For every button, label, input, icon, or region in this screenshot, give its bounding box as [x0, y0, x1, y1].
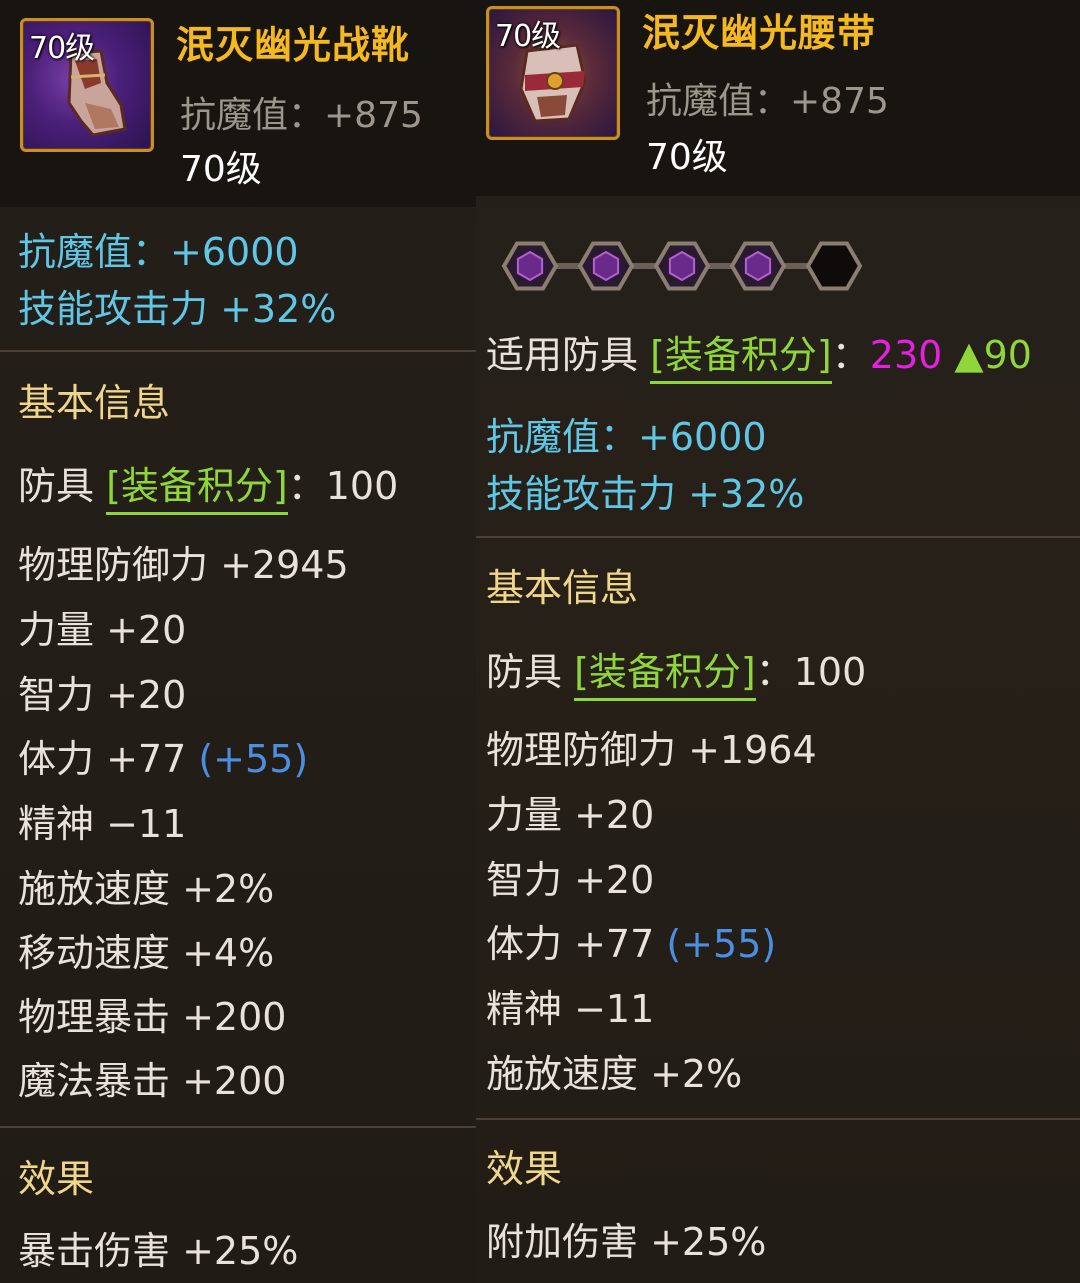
applicable-prefix: 适用防具 — [486, 333, 651, 377]
score-value: ：100 — [755, 650, 867, 694]
item-icon-boots[interactable]: 70级 — [20, 18, 154, 152]
applicable-colon: ： — [831, 333, 870, 377]
score-prefix: 防具 — [18, 464, 107, 508]
divider — [476, 536, 1080, 538]
stat-line: 力量 +20 — [18, 608, 187, 652]
score-line: 防具 [装备积分]：100 — [486, 650, 867, 701]
vitality-bonus: (+55) — [198, 737, 309, 781]
stat-line: 物理防御力 +2945 — [18, 543, 349, 587]
stat-line: 精神 −11 — [486, 987, 655, 1031]
divider — [0, 350, 476, 352]
stat-line: 智力 +20 — [486, 858, 655, 902]
level-badge: 70级 — [495, 19, 561, 54]
item-name: 泯灭幽光腰带 — [642, 11, 877, 55]
gem-socket-row — [501, 241, 863, 291]
stat-line: 精神 −11 — [18, 802, 187, 846]
purple-gem-icon — [668, 250, 696, 282]
item-tooltip-belt: 70级 泯灭幽光腰带 抗魔值：+875 70级 适用防具 [装备积分]：230 … — [476, 0, 1080, 1283]
tooltip-header: 70级 泯灭幽光腰带 抗魔值：+875 70级 — [476, 0, 1080, 196]
stat-magic-resist: 抗魔值：+6000 — [18, 230, 299, 274]
score-value: ：100 — [287, 464, 399, 508]
stat-skill-attack: 技能攻击力 +32% — [486, 472, 805, 516]
stat-line: 物理暴击 +200 — [18, 995, 287, 1039]
gem-socket-empty[interactable] — [805, 241, 863, 291]
score-line: 防具 [装备积分]：100 — [18, 464, 399, 515]
stat-magic-resist: 抗魔值：+6000 — [486, 415, 767, 459]
section-title-basic: 基本信息 — [18, 381, 171, 425]
divider — [0, 1126, 476, 1128]
divider — [476, 1118, 1080, 1120]
stat-line: 施放速度 +2% — [486, 1052, 743, 1096]
stat-skill-attack: 技能攻击力 +32% — [18, 287, 337, 331]
score-label[interactable]: [装备积分] — [106, 464, 288, 515]
vitality-text: 体力 +77 — [486, 922, 667, 966]
applicable-score-value: 230 — [869, 333, 943, 377]
section-title-basic: 基本信息 — [486, 566, 639, 610]
purple-gem-icon — [744, 250, 772, 282]
level-badge: 70级 — [29, 31, 95, 66]
effect-line: 附加伤害 +25% — [486, 1220, 767, 1264]
header-stat: 抗魔值：+875 — [646, 81, 889, 122]
stat-line: 智力 +20 — [18, 673, 187, 717]
applicable-score-label[interactable]: [装备积分] — [650, 333, 832, 384]
purple-gem-icon — [592, 250, 620, 282]
stat-line-vitality: 体力 +77 (+55) — [18, 740, 308, 778]
section-title-effect: 效果 — [486, 1147, 563, 1191]
header-level: 70级 — [180, 149, 262, 190]
item-name: 泯灭幽光战靴 — [176, 23, 411, 67]
applicable-score-line: 适用防具 [装备积分]：230 ▲90 — [486, 333, 1032, 384]
effect-line: 暴击伤害 +25% — [18, 1229, 299, 1273]
stat-line: 物理防御力 +1964 — [486, 728, 817, 772]
applicable-score-increase: ▲90 — [942, 333, 1032, 377]
stat-line: 魔法暴击 +200 — [18, 1059, 287, 1103]
purple-gem-icon — [516, 250, 544, 282]
stat-line: 力量 +20 — [486, 793, 655, 837]
tooltip-header: 70级 泯灭幽光战靴 抗魔值：+875 70级 — [0, 0, 476, 207]
stat-line: 施放速度 +2% — [18, 867, 275, 911]
vitality-text: 体力 +77 — [18, 737, 199, 781]
item-tooltip-boots: 70级 泯灭幽光战靴 抗魔值：+875 70级 抗魔值：+6000 技能攻击力 … — [0, 0, 476, 1283]
stat-line: 移动速度 +4% — [18, 931, 275, 975]
header-level: 70级 — [646, 137, 728, 178]
item-icon-belt[interactable]: 70级 — [486, 6, 620, 140]
stat-line-vitality: 体力 +77 (+55) — [486, 925, 776, 963]
score-prefix: 防具 — [486, 650, 575, 694]
vitality-bonus: (+55) — [666, 922, 777, 966]
score-label[interactable]: [装备积分] — [574, 650, 756, 701]
section-title-effect: 效果 — [18, 1157, 95, 1201]
header-stat: 抗魔值：+875 — [180, 95, 423, 136]
